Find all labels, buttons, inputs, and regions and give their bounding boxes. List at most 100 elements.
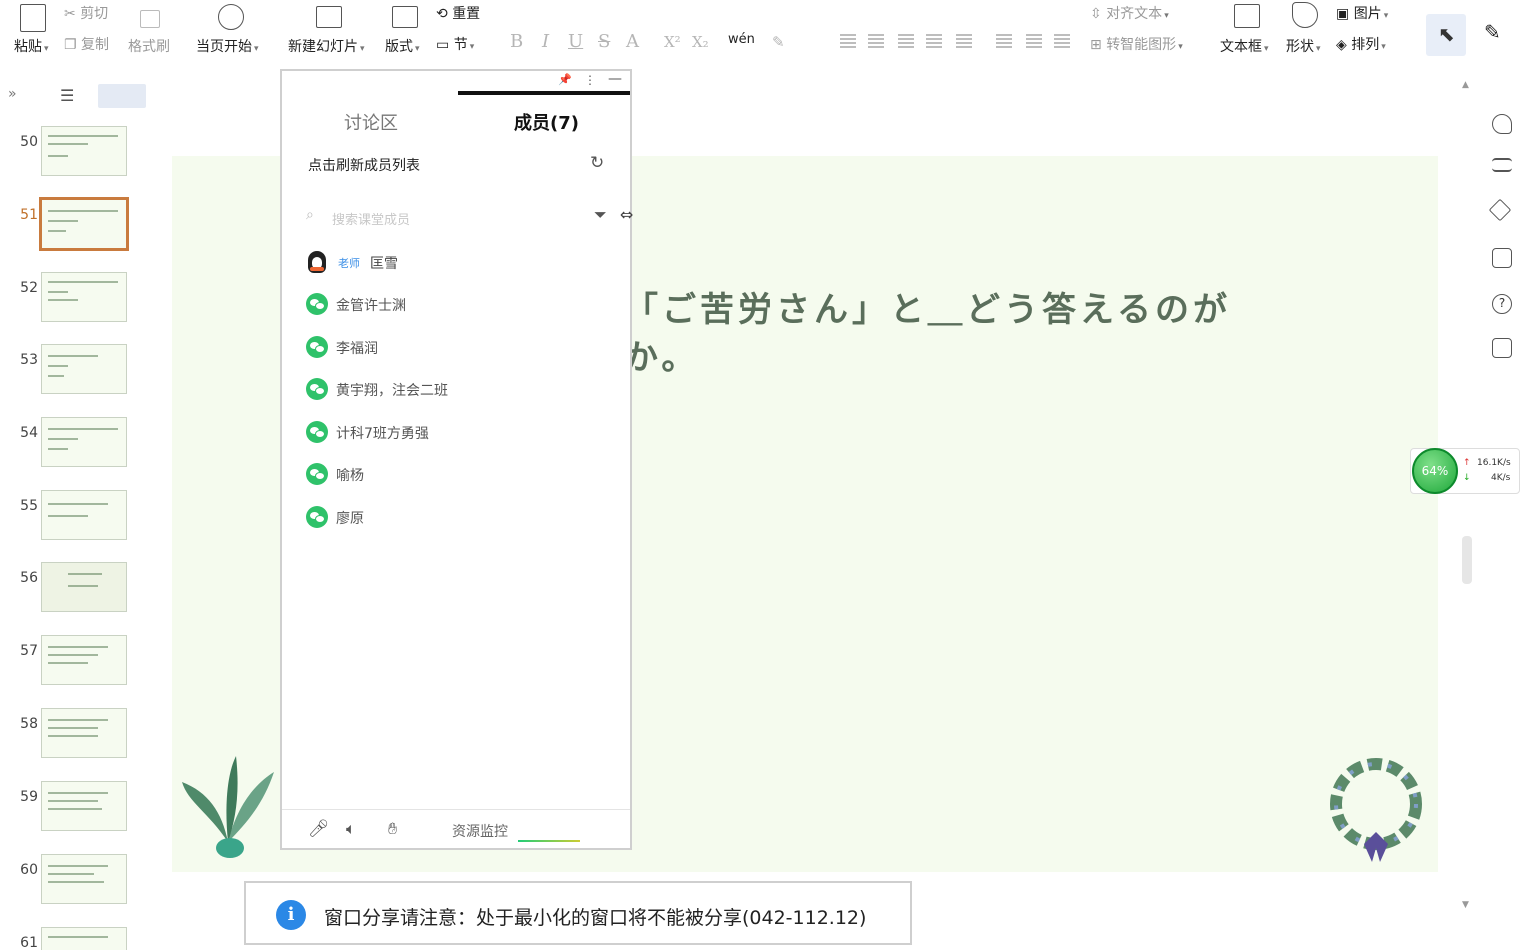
switch-icon[interactable] <box>1492 248 1512 268</box>
layout-button[interactable]: 版式 ▾ <box>385 36 420 56</box>
align-text-button[interactable]: ⇳ 对齐文本 ▾ <box>1090 3 1169 23</box>
shape-button[interactable]: 形状 ▾ <box>1286 36 1321 56</box>
member-item[interactable]: 黄宇翔，注会二班 <box>306 378 606 404</box>
underline-icon[interactable]: U <box>568 31 583 52</box>
cut-button[interactable]: ✂ 剪切 <box>64 3 108 23</box>
expand-chevron-icon[interactable]: » <box>8 86 17 102</box>
member-item[interactable]: 金管许士渊 <box>306 293 606 319</box>
align-left-icon[interactable] <box>840 34 856 48</box>
section-button[interactable]: ▭ 节 ▾ <box>436 34 474 54</box>
bold-icon[interactable]: B <box>510 31 523 52</box>
member-item[interactable]: 计科7班方勇强 <box>306 421 606 447</box>
resize-cursor-icon: ⇔ <box>620 205 634 224</box>
scroll-up-icon[interactable]: ▲ <box>1462 80 1469 90</box>
search-input[interactable]: 搜索课堂成员 <box>332 209 410 228</box>
member-item[interactable]: 李福润 <box>306 336 606 362</box>
paste-button[interactable]: 粘贴 ▾ <box>14 36 49 56</box>
slide-thumbnail[interactable]: 56 <box>0 562 148 622</box>
member-item[interactable]: 廖原 <box>306 506 606 532</box>
speaker-icon[interactable]: 🔈︎ <box>346 819 356 839</box>
numbering-icon[interactable] <box>1054 34 1070 48</box>
microphone-icon[interactable]: 🎤︎ <box>308 819 330 839</box>
active-tab-indicator <box>458 91 630 95</box>
wechat-icon <box>306 293 328 315</box>
outline-view-icon[interactable]: ☰ <box>60 86 74 105</box>
copy-button[interactable]: ❐ 复制 <box>64 34 109 54</box>
info-icon: i <box>276 900 306 930</box>
slide-thumbnail[interactable]: 60 <box>0 854 148 914</box>
backup-icon[interactable] <box>1492 338 1512 358</box>
thumbnail-view-icon[interactable] <box>98 84 146 108</box>
scroll-down-icon[interactable]: ▼ <box>1462 900 1469 910</box>
pin-icon[interactable]: 📌 <box>558 73 572 86</box>
from-current-slide-button[interactable]: 当页开始 ▾ <box>196 36 259 56</box>
italic-icon[interactable]: I <box>542 31 549 52</box>
tab-members[interactable]: 成员(7) <box>514 109 579 135</box>
slide-thumbnail[interactable]: 52 <box>0 272 148 332</box>
screen-share-notice: i 窗口分享请注意：处于最小化的窗口将不能被分享(042-112.12) <box>244 881 912 945</box>
highlight-icon[interactable]: ✎ <box>772 33 785 51</box>
pinyin-guide-button[interactable]: wén <box>728 32 755 47</box>
slide-thumbnail[interactable]: 50 <box>0 126 148 186</box>
slide-thumbnail[interactable]: 58 <box>0 708 148 768</box>
sliders-icon[interactable] <box>1492 158 1512 172</box>
minimize-icon[interactable]: — <box>608 71 622 87</box>
hand-off-icon[interactable]: ✋︎ <box>388 819 397 839</box>
slide-thumbnail[interactable]: 57 <box>0 635 148 695</box>
member-name: 黄宇翔，注会二班 <box>336 383 448 399</box>
slide-preview <box>41 708 127 758</box>
slide-thumbnail[interactable]: 59 <box>0 781 148 841</box>
sidebar-header: » ☰ <box>0 84 148 112</box>
more-options-icon[interactable]: ⋮ <box>584 73 596 87</box>
member-name: 李福润 <box>336 341 378 357</box>
scrollbar-thumb[interactable] <box>1462 536 1472 584</box>
filter-icon[interactable]: ⏷ <box>594 205 607 225</box>
slide-number: 53 <box>20 352 38 368</box>
reset-button[interactable]: ⟲ 重置 <box>436 3 480 23</box>
align-center-icon[interactable] <box>868 34 884 48</box>
slide-preview <box>41 126 127 176</box>
justify-icon[interactable] <box>926 34 942 48</box>
picture-button[interactable]: ▣ 图片 ▾ <box>1336 3 1388 23</box>
star-icon[interactable] <box>1488 198 1512 222</box>
format-painter-icon <box>140 10 160 28</box>
line-spacing-icon[interactable] <box>996 34 1012 48</box>
vertical-scrollbar[interactable]: ▲ ▼ <box>1460 80 1474 940</box>
tab-discussion[interactable]: 讨论区 <box>344 109 398 135</box>
align-text-icon: ⇳ <box>1090 6 1102 22</box>
wechat-icon <box>306 506 328 528</box>
ribbon-toolbar: 粘贴 ▾ ✂ 剪切 ❐ 复制 格式刷 当页开始 ▾ 新建幻灯片 ▾ 版式 ▾ ⟲ 重置 … <box>0 0 1520 62</box>
slide-question-line-1[interactable]: 「ご苦労さん」と＿どう答えるのが <box>624 282 1231 331</box>
arrange-button[interactable]: ◈ 排列 ▾ <box>1336 34 1386 54</box>
rocket-icon[interactable] <box>1492 114 1512 134</box>
strikethrough-icon[interactable]: S <box>598 31 610 52</box>
resource-monitor-link[interactable]: 资源监控 <box>452 821 508 841</box>
qq-avatar-icon <box>308 251 326 273</box>
refresh-member-list-link[interactable]: 点击刷新成员列表 <box>308 155 420 175</box>
member-item[interactable]: 喻杨 <box>306 463 606 489</box>
pen-icon[interactable]: ✎ <box>1484 20 1501 44</box>
new-slide-button[interactable]: 新建幻灯片 ▾ <box>288 36 365 56</box>
network-usage-ball[interactable]: 64% <box>1412 448 1458 494</box>
slide-thumbnail[interactable]: 54 <box>0 417 148 477</box>
member-item-teacher[interactable]: 老师 匡雪 <box>306 251 606 277</box>
right-tool-rail: ? <box>1478 100 1520 400</box>
distribute-icon[interactable] <box>956 34 972 48</box>
slide-thumbnail[interactable]: 53 <box>0 344 148 404</box>
select-pointer-button[interactable]: ⬉ <box>1426 14 1466 56</box>
align-right-icon[interactable] <box>898 34 914 48</box>
text-box-button[interactable]: 文本框 ▾ <box>1220 36 1269 56</box>
slide-thumbnail[interactable]: 55 <box>0 490 148 550</box>
format-painter-button[interactable]: 格式刷 <box>128 36 170 56</box>
help-icon[interactable]: ? <box>1492 294 1512 314</box>
member-search-field[interactable]: ⌕ 搜索课堂成员 <box>306 207 586 229</box>
bullets-icon[interactable] <box>1026 34 1042 48</box>
slide-question-line-2[interactable]: か。 <box>624 330 699 379</box>
superscript-icon[interactable]: X² <box>664 33 681 51</box>
subscript-icon[interactable]: X₂ <box>692 33 709 51</box>
refresh-icon[interactable]: ↻ <box>590 153 604 173</box>
slide-thumbnail-active[interactable]: 51 <box>0 197 148 259</box>
slide-thumbnail[interactable]: 61 <box>0 927 148 950</box>
font-color-icon[interactable]: A <box>626 31 639 52</box>
smart-graphic-button[interactable]: ⊞ 转智能图形 ▾ <box>1090 34 1183 54</box>
